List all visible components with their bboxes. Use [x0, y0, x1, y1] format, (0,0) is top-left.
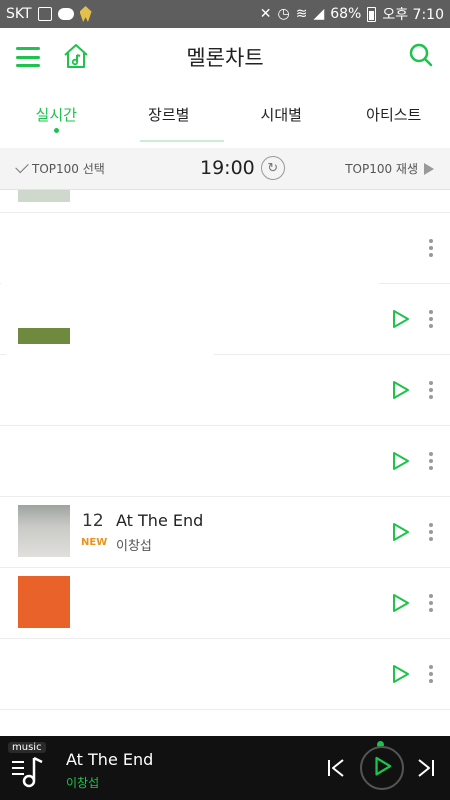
redacted-content — [0, 430, 245, 474]
select-top100-button[interactable]: TOP100 선택 — [15, 159, 105, 177]
search-icon[interactable] — [408, 42, 434, 68]
new-badge: NEW — [81, 537, 108, 548]
tab-label: 장르별 — [148, 106, 190, 124]
list-item[interactable]: 12 NEW At The End 이창섭 — [0, 497, 450, 568]
play-icon[interactable] — [392, 593, 410, 613]
chart-toolbar: TOP100 선택 19:00 ↻ TOP100 재생 — [0, 148, 450, 190]
more-options-icon[interactable] — [428, 381, 434, 399]
tab-era[interactable]: 시대별 — [225, 86, 338, 142]
tab-label: 시대별 — [260, 106, 302, 124]
list-item[interactable] — [0, 710, 450, 736]
play-icon[interactable] — [392, 451, 410, 471]
redacted-content — [0, 376, 305, 422]
tab-realtime[interactable]: 실시간 — [0, 86, 113, 142]
music-tag: music — [8, 742, 46, 753]
redacted-content — [70, 582, 380, 626]
chart-tabs: 실시간 장르별 시대별 아티스트 — [0, 86, 450, 142]
play-outline-icon — [424, 162, 434, 175]
check-icon — [15, 159, 29, 174]
more-options-icon[interactable] — [428, 239, 434, 257]
play-icon[interactable] — [392, 664, 410, 684]
wifi-icon: ≋ — [295, 6, 308, 22]
play-button[interactable] — [360, 746, 404, 790]
app-header: 멜론차트 — [0, 28, 450, 86]
album-thumbnail — [18, 190, 70, 202]
redacted-content — [0, 270, 380, 310]
ribbon-icon — [79, 6, 92, 22]
hamburger-menu-icon[interactable] — [16, 47, 40, 67]
chart-time-text: 19:00 — [200, 157, 255, 179]
mute-icon: ✕ — [259, 6, 272, 22]
song-title: At The End — [116, 511, 204, 530]
more-options-icon[interactable] — [428, 310, 434, 328]
tab-underline — [140, 140, 224, 142]
redacted-content — [0, 226, 415, 276]
play-icon[interactable] — [392, 309, 410, 329]
status-bar: SKT ✕ ◷ ≋ ◢ 68% 오후 7:10 — [0, 0, 450, 28]
carrier-label: SKT — [6, 6, 32, 22]
more-options-icon[interactable] — [428, 594, 434, 612]
mini-player[interactable]: music At The End 이창섭 — [0, 736, 450, 800]
album-thumbnail — [18, 328, 70, 344]
now-playing-title: At The End — [66, 750, 154, 769]
more-options-icon[interactable] — [428, 523, 434, 541]
tab-label: 아티스트 — [366, 106, 422, 124]
tab-label: 실시간 — [35, 106, 77, 124]
signal-icon: ◢ — [313, 6, 325, 22]
alarm-icon: ◷ — [277, 6, 290, 22]
now-playing-artist: 이창섭 — [66, 776, 100, 790]
play-icon — [375, 756, 392, 776]
play-icon[interactable] — [392, 380, 410, 400]
list-item[interactable] — [0, 190, 450, 213]
chart-list[interactable]: 12 NEW At The End 이창섭 — [0, 190, 450, 736]
chart-time: 19:00 ↻ — [200, 156, 285, 180]
battery-percent: 68% — [330, 6, 362, 22]
album-thumbnail — [18, 576, 70, 628]
playlist-music-icon[interactable] — [12, 754, 46, 790]
previous-track-icon[interactable] — [326, 758, 346, 778]
play-top100-button[interactable]: TOP100 재생 — [345, 160, 434, 177]
rank-number: 12 — [82, 511, 104, 531]
tab-genre[interactable]: 장르별 — [113, 86, 226, 142]
talk-icon — [57, 8, 74, 20]
next-track-icon[interactable] — [416, 758, 436, 778]
notification-icon — [37, 7, 52, 21]
home-music-icon[interactable] — [62, 42, 90, 70]
refresh-icon[interactable]: ↻ — [260, 156, 285, 180]
active-tab-indicator — [54, 128, 60, 133]
clock: 오후 7:10 — [382, 7, 444, 23]
select-top100-label: TOP100 선택 — [32, 162, 105, 176]
redacted-content — [0, 640, 385, 696]
tab-artist[interactable]: 아티스트 — [338, 86, 450, 142]
play-top100-label: TOP100 재생 — [345, 162, 418, 176]
play-icon[interactable] — [392, 522, 410, 542]
more-options-icon[interactable] — [428, 452, 434, 470]
battery-icon — [367, 6, 377, 22]
more-options-icon[interactable] — [428, 665, 434, 683]
song-artist: 이창섭 — [116, 539, 152, 554]
album-thumbnail — [18, 505, 70, 557]
